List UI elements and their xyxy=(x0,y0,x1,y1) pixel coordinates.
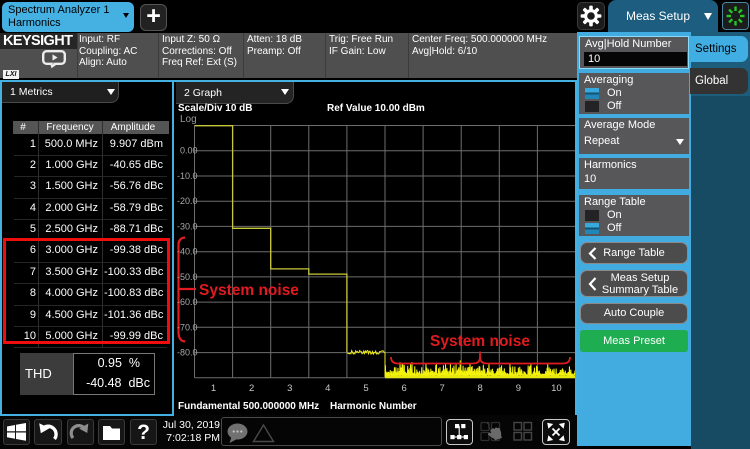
svg-text:-30.0: -30.0 xyxy=(177,221,198,231)
svg-text:6: 6 xyxy=(401,383,406,394)
svg-text:1: 1 xyxy=(211,383,216,394)
svg-text:8: 8 xyxy=(478,383,483,394)
svg-text:3: 3 xyxy=(287,383,292,394)
svg-text:System noise: System noise xyxy=(430,333,530,350)
svg-text:2: 2 xyxy=(249,383,254,394)
svg-text:-70.0: -70.0 xyxy=(177,322,198,332)
svg-text:5: 5 xyxy=(363,383,368,394)
svg-text:4: 4 xyxy=(325,383,330,394)
svg-text:-60.0: -60.0 xyxy=(177,297,198,307)
svg-text:-50.0: -50.0 xyxy=(177,272,198,282)
svg-text:7: 7 xyxy=(439,383,444,394)
svg-text:0.00: 0.00 xyxy=(180,146,198,156)
svg-text:-40.0: -40.0 xyxy=(177,247,198,257)
svg-text:System noise: System noise xyxy=(199,282,299,299)
svg-text:-10.0: -10.0 xyxy=(177,171,198,181)
svg-text:9: 9 xyxy=(516,383,521,394)
svg-text:-80.0: -80.0 xyxy=(177,348,198,358)
svg-text:10: 10 xyxy=(551,383,562,394)
svg-text:-20.0: -20.0 xyxy=(177,196,198,206)
